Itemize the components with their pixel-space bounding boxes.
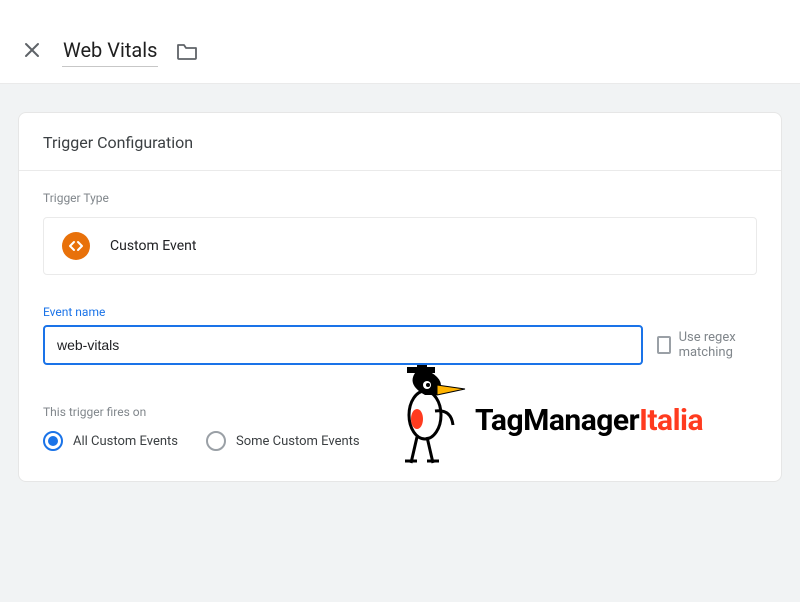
close-icon[interactable] [24,42,40,62]
config-card: Trigger Configuration Trigger Type Custo… [18,112,782,482]
regex-checkbox-wrap[interactable]: Use regex matching [657,330,757,360]
regex-checkbox[interactable] [657,336,671,354]
top-bar: Web Vitals [0,0,800,84]
folder-icon[interactable] [176,43,198,61]
radio-some-custom-events[interactable]: Some Custom Events [206,431,360,451]
trigger-type-row[interactable]: Custom Event [43,217,757,275]
radio-label: Some Custom Events [236,434,360,449]
trigger-type-value: Custom Event [110,238,196,254]
radio-icon [206,431,226,451]
radio-all-custom-events[interactable]: All Custom Events [43,431,178,451]
fires-on-label: This trigger fires on [43,405,757,419]
custom-event-icon [62,232,90,260]
event-name-input[interactable] [43,325,643,365]
radio-icon [43,431,63,451]
title-wrap: Web Vitals [62,36,198,67]
event-name-row: Use regex matching [43,325,757,365]
page-title[interactable]: Web Vitals [62,36,158,67]
card-header: Trigger Configuration [19,113,781,171]
card-content: Trigger Type Custom Event Event name Use… [19,171,781,475]
event-name-label: Event name [43,305,757,319]
radio-label: All Custom Events [73,434,178,449]
trigger-type-label: Trigger Type [43,191,757,205]
regex-checkbox-label: Use regex matching [679,330,757,360]
page-body: Trigger Configuration Trigger Type Custo… [0,84,800,602]
fires-on-radio-row: All Custom Events Some Custom Events [43,431,757,451]
